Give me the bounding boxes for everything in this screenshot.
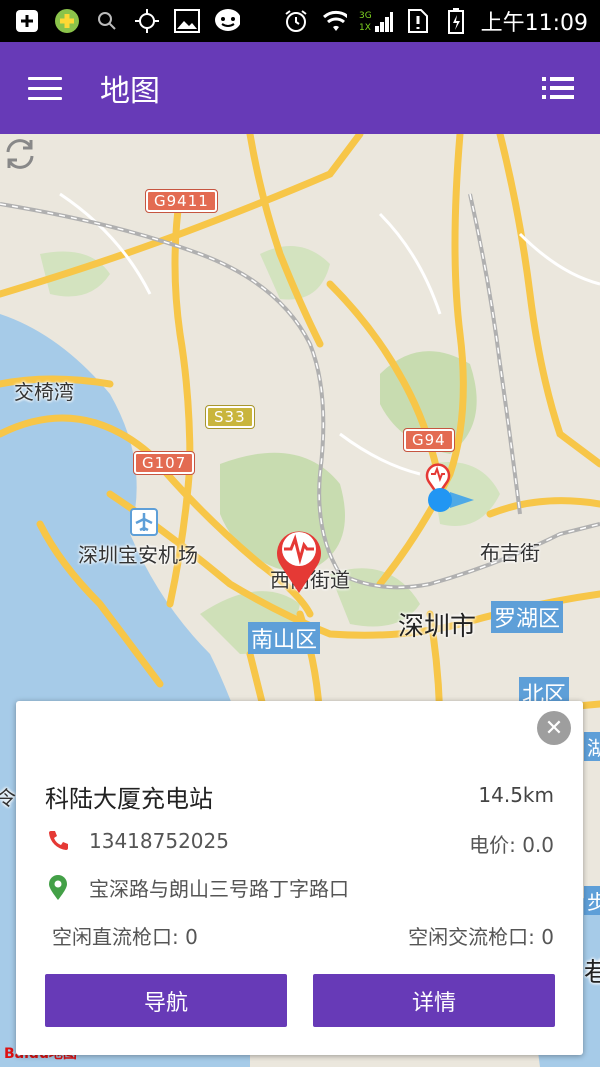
map-label-right-edge-2: 步	[584, 886, 600, 915]
map-label-jiaoyiwan: 交椅湾	[14, 380, 74, 404]
map-label-right-edge-1: 湖	[584, 732, 600, 761]
phone-row[interactable]: 13418752025	[45, 828, 229, 854]
station-info-card: ✕ 科陆大厦充电站 14.5km 13418752025 电价: 0.0 宝深路…	[16, 701, 583, 1055]
alarm-icon	[283, 8, 309, 34]
image-notification-icon	[174, 8, 200, 34]
svg-text:3G: 3G	[359, 11, 372, 21]
airport-icon	[130, 508, 158, 536]
sim-alert-icon	[405, 8, 431, 34]
page-title: 地图	[100, 74, 160, 109]
map-label-shenzhen: 深圳市	[398, 612, 477, 642]
map-label-left-edge: 令	[0, 786, 16, 810]
highway-shield-g94: G94	[403, 428, 455, 452]
station-distance: 14.5km	[478, 783, 554, 807]
menu-button[interactable]	[28, 68, 68, 108]
signal-icon: 3G 1X	[359, 8, 393, 34]
app-notification-icon	[54, 8, 80, 34]
wifi-icon	[321, 8, 347, 34]
gps-icon	[134, 8, 160, 34]
navigate-button[interactable]: 导航	[45, 974, 287, 1027]
battery-charging-icon	[443, 8, 469, 34]
station-address: 宝深路与朗山三号路丁字路口	[89, 877, 349, 901]
list-icon-row	[542, 95, 576, 99]
list-icon-row	[542, 86, 576, 90]
map-label-bujijie: 布吉街	[480, 541, 540, 565]
location-pin-icon	[45, 874, 71, 901]
map-label-airport: 深圳宝安机场	[78, 543, 198, 567]
svg-text:1X: 1X	[359, 23, 371, 33]
highway-shield-s33: S33	[205, 405, 255, 429]
charging-station-pin-selected[interactable]	[274, 522, 324, 594]
map-label-nanshan: 南山区	[248, 622, 321, 654]
map-label-right-edge-3: 巷	[584, 958, 600, 988]
dc-ports-available: 空闲直流枪口: 0	[52, 925, 198, 949]
list-view-button[interactable]	[542, 71, 576, 105]
address-row: 宝深路与朗山三号路丁字路口	[45, 873, 349, 902]
status-bar: 3G 1X 上午11:09	[0, 0, 600, 42]
my-location-icon	[428, 488, 474, 512]
map-label-luohu: 罗湖区	[491, 601, 564, 633]
station-name: 科陆大厦充电站	[45, 785, 213, 813]
hamburger-icon-line	[28, 86, 62, 90]
close-icon: ✕	[544, 715, 564, 741]
electricity-price: 电价: 0.0	[469, 833, 554, 857]
clock: 上午11:09	[480, 11, 588, 36]
search-notification-icon	[94, 8, 120, 34]
details-button[interactable]: 详情	[313, 974, 555, 1027]
phone-number: 13418752025	[89, 829, 229, 853]
list-icon	[542, 77, 576, 81]
highway-shield-g107: G107	[132, 451, 196, 475]
hamburger-icon	[28, 76, 62, 80]
add-notification-icon	[14, 8, 40, 34]
highway-shield-g9411: G9411	[145, 189, 218, 213]
close-button[interactable]: ✕	[537, 711, 571, 745]
chat-notification-icon	[214, 8, 240, 34]
ac-ports-available: 空闲交流枪口: 0	[408, 925, 554, 949]
phone-icon	[45, 828, 71, 854]
app-bar: 地图	[0, 42, 600, 134]
refresh-icon[interactable]	[0, 134, 40, 174]
hamburger-icon-line	[28, 96, 62, 100]
